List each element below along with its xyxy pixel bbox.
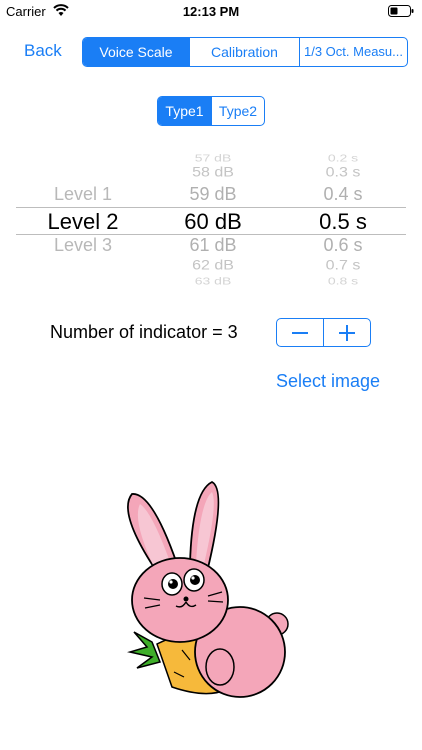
picker-selected-db: 60 dB (184, 209, 242, 234)
select-image-button[interactable]: Select image (276, 371, 380, 392)
scale-picker[interactable]: Level 1 Level 2 Level 3 57 dB 58 dB 59 d… (0, 148, 422, 290)
picker-row: 63 dB (194, 275, 232, 287)
indicator-count-label: Number of indicator = 3 (50, 322, 238, 342)
picker-row: 59 dB (189, 184, 237, 204)
picker-selection-top-line (16, 207, 406, 208)
picker-row: 58 dB (192, 165, 234, 180)
picker-row: 0.3 s (325, 165, 361, 180)
picker-row: 61 dB (189, 235, 237, 255)
back-button[interactable]: Back (24, 41, 62, 61)
plus-icon (339, 324, 355, 341)
picker-row: 0.6 s (323, 235, 363, 255)
rabbit-image (127, 480, 289, 698)
type1-option[interactable]: Type1 (158, 97, 211, 125)
db-column[interactable]: 57 dB 58 dB 59 dB 60 dB 61 dB 62 dB 63 d… (148, 148, 278, 290)
picker-row: 57 dB (194, 152, 232, 164)
tab-calibration[interactable]: Calibration (189, 38, 299, 66)
seconds-column[interactable]: 0.2 s 0.3 s 0.4 s 0.5 s 0.6 s 0.7 s 0.8 … (280, 148, 406, 290)
picker-selection-bottom-line (16, 234, 406, 235)
indicator-stepper (276, 318, 371, 347)
picker-selected-level: Level 2 (47, 209, 119, 234)
picker-row: 0.2 s (327, 152, 359, 164)
picker-row: 0.8 s (327, 275, 359, 287)
type2-option[interactable]: Type2 (211, 97, 264, 125)
decrement-button[interactable] (277, 319, 323, 346)
tab-octave-measure[interactable]: 1/3 Oct. Measu... (299, 38, 407, 66)
clock: 12:13 PM (182, 4, 240, 19)
level-column[interactable]: Level 1 Level 2 Level 3 (18, 148, 148, 290)
picker-row: 0.7 s (325, 258, 361, 273)
picker-row: 0.4 s (323, 184, 363, 204)
picker-selected-seconds: 0.5 s (319, 209, 367, 234)
tab-voice-scale[interactable]: Voice Scale (83, 38, 189, 66)
minus-icon (292, 331, 308, 334)
mode-segmented-control: Voice Scale Calibration 1/3 Oct. Measu..… (82, 37, 408, 67)
picker-row: 62 dB (192, 258, 234, 273)
type-segmented-control: Type1 Type2 (157, 96, 265, 126)
picker-row: Level 1 (53, 184, 113, 204)
increment-button[interactable] (323, 319, 370, 346)
battery-icon (388, 5, 414, 17)
status-bar: Carrier 12:13 PM (0, 0, 422, 24)
picker-row: Level 3 (53, 235, 113, 255)
